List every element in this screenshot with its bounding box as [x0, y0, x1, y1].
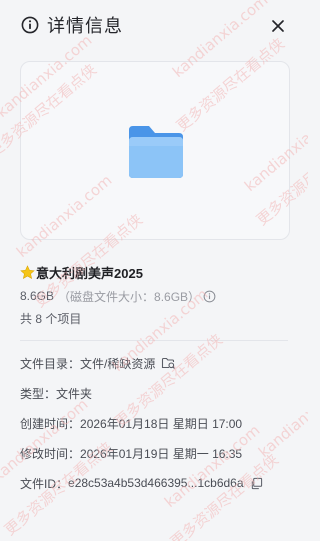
help-icon[interactable] [203, 290, 216, 303]
watermark-text: kandianxia.com [255, 371, 308, 461]
file-id-row: 文件ID： e28c53a4b53d466395...1cb6d6a [20, 474, 263, 492]
type-label: 类型： [20, 386, 57, 401]
file-size-row: 8.6GB （磁盘文件大小：8.6GB） [20, 287, 216, 305]
directory-value: 文件/稀缺资源 [80, 356, 156, 371]
watermark-text: kandianxia.com [0, 395, 91, 485]
created-value: 2026年01月18日 星期日 17:00 [80, 416, 243, 431]
modified-value: 2026年01月19日 星期一 16:35 [80, 446, 243, 461]
file-size: 8.6GB [20, 289, 55, 303]
created-label: 创建时间： [20, 416, 81, 431]
file-name-row: 意大利剧美声2025 [20, 262, 143, 282]
disk-size: （磁盘文件大小：8.6GB） [58, 289, 201, 304]
folder-icon [129, 126, 183, 178]
watermark-text: kandianxia.com [161, 421, 263, 511]
open-folder-icon[interactable] [161, 356, 176, 370]
panel-title: 详情信息 [47, 16, 123, 36]
modified-label: 修改时间： [20, 446, 81, 461]
close-button[interactable] [268, 16, 288, 36]
watermark-text: 更多资源尽在看点侠 [167, 450, 282, 541]
type-value: 文件夹 [56, 386, 93, 401]
copy-icon[interactable] [250, 477, 263, 490]
file-preview [20, 61, 290, 240]
item-count: 共 8 个项目 [20, 312, 82, 326]
modified-row: 修改时间： 2026年01月19日 星期一 16:35 [20, 444, 242, 462]
details-panel: 详情信息 意大利剧美声2025 8.6GB （磁盘文件大小：8.6GB） 共 8… [0, 0, 308, 541]
type-row: 类型： 文件夹 [20, 384, 92, 402]
info-icon [21, 16, 39, 34]
directory-row: 文件目录： 文件/稀缺资源 [20, 354, 176, 372]
file-id-label: 文件ID： [20, 476, 69, 491]
file-name: 意大利剧美声2025 [36, 265, 143, 281]
created-row: 创建时间： 2026年01月18日 星期日 17:00 [20, 414, 242, 432]
divider [20, 340, 288, 341]
directory-label: 文件目录： [20, 356, 81, 371]
star-icon [20, 264, 35, 279]
panel-header: 详情信息 [0, 0, 308, 52]
file-id-value: e28c53a4b53d466395...1cb6d6a [68, 476, 244, 490]
